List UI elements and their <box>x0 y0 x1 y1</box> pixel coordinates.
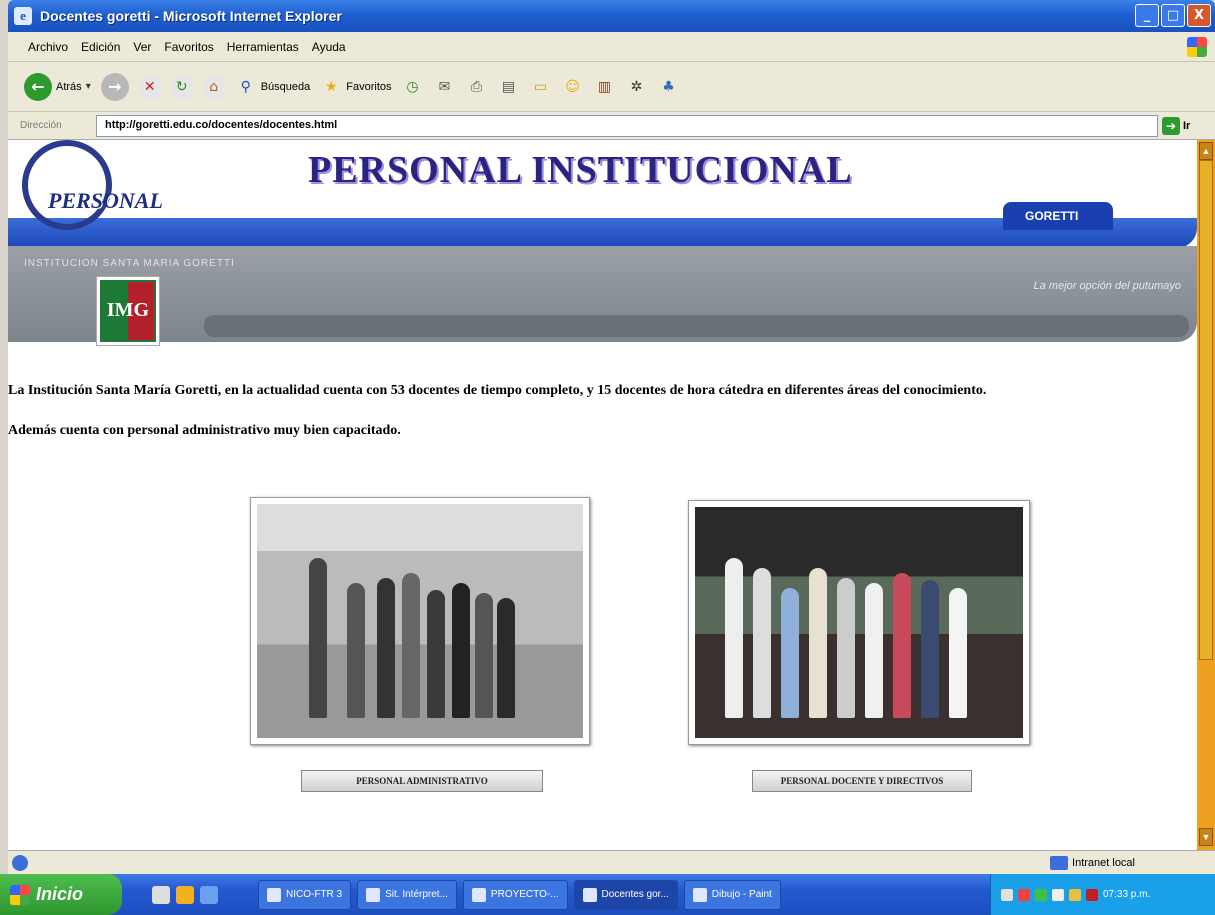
menu-archivo[interactable]: Archivo <box>28 40 68 54</box>
messenger-icon[interactable]: ♣ <box>658 75 680 99</box>
page-viewport: PERSONAL PERSONAL INSTITUCIONAL GORETTI … <box>8 140 1197 850</box>
star-icon: ★ <box>324 78 338 95</box>
edit-icon[interactable]: ▤ <box>498 75 520 99</box>
task-item[interactable]: PROYECTO-... <box>462 879 568 910</box>
vertical-scrollbar[interactable]: ▲ ▼ <box>1197 140 1215 850</box>
window-title: Docentes goretti - Microsoft Internet Ex… <box>40 8 342 24</box>
smiley-icon[interactable]: ☺ <box>562 75 584 99</box>
menu-herramientas[interactable]: Herramientas <box>227 40 299 54</box>
desktop-icon[interactable] <box>152 885 170 904</box>
shield-text: IMG <box>100 280 156 342</box>
school-shield-logo: IMG <box>96 276 160 346</box>
page-content: La Institución Santa María Goretti, en l… <box>8 380 1197 460</box>
go-label[interactable]: Ir <box>1183 120 1190 132</box>
address-input[interactable]: http://goretti.edu.co/docentes/docentes.… <box>96 114 1158 137</box>
task-icon <box>366 887 381 902</box>
task-icon <box>692 887 707 902</box>
admin-paragraph: Además cuenta con personal administrativ… <box>8 423 401 438</box>
ie-quick-icon[interactable] <box>200 885 218 904</box>
maximize-button[interactable]: □ <box>1161 4 1185 27</box>
back-label: Atrás <box>56 80 82 93</box>
tray-icon[interactable] <box>1001 888 1013 901</box>
forward-button[interactable]: → <box>100 72 129 101</box>
minimize-button[interactable]: _ <box>1135 4 1159 27</box>
windows-flag-icon <box>10 884 30 905</box>
task-item[interactable]: NICO-FTR 3 <box>258 879 352 910</box>
scroll-thumb[interactable] <box>1199 160 1213 660</box>
scroll-down-icon[interactable]: ▼ <box>1199 828 1213 846</box>
task-icon <box>267 887 281 902</box>
security-zone: Intranet local <box>1050 855 1135 870</box>
close-button[interactable]: X <box>1187 4 1211 27</box>
start-button[interactable]: Inicio <box>0 874 122 915</box>
folder-icon[interactable]: ▭ <box>530 75 552 99</box>
address-bar: Dirección http://goretti.edu.co/docentes… <box>8 112 1215 140</box>
quick-launch <box>152 885 218 904</box>
teaching-staff-link[interactable]: PERSONAL DOCENTE Y DIRECTIVOS <box>752 770 972 792</box>
task-item[interactable]: Dibujo - Paint <box>683 879 781 910</box>
admin-staff-link[interactable]: PERSONAL ADMINISTRATIVO <box>301 770 543 792</box>
logo-ring-icon <box>22 140 112 230</box>
task-icon <box>582 887 597 902</box>
menu-favoritos[interactable]: Favoritos <box>164 40 213 54</box>
start-label: Inicio <box>36 884 84 904</box>
tool-icon[interactable]: ✲ <box>626 75 648 99</box>
tray-icon[interactable] <box>1052 888 1064 901</box>
search-icon: ⚲ <box>240 78 251 95</box>
scroll-up-icon[interactable]: ▲ <box>1199 142 1213 160</box>
tray-icon[interactable] <box>1069 888 1081 901</box>
ie-icon: e <box>14 7 32 25</box>
tray-icon[interactable] <box>1035 888 1047 901</box>
network-icon <box>1050 855 1069 870</box>
history-icon[interactable]: ◷ <box>402 75 424 99</box>
page-title: PERSONAL INSTITUCIONAL <box>308 149 853 191</box>
mail-icon[interactable]: ✉ <box>434 75 456 99</box>
address-label: Dirección <box>20 120 62 131</box>
home-icon[interactable]: ⌂ <box>202 74 225 99</box>
window-controls: _ □ X <box>1135 4 1211 27</box>
chevron-down-icon: ▾ <box>85 81 91 92</box>
intro-paragraph: La Institución Santa María Goretti, en l… <box>8 383 987 398</box>
search-button[interactable]: ⚲ Búsqueda <box>235 75 311 99</box>
menu-ayuda[interactable]: Ayuda <box>312 40 346 54</box>
institution-name: INSTITUCION SANTA MARIA GORETTI <box>24 258 235 269</box>
menu-bar: Archivo Edición Ver Favoritos Herramient… <box>8 32 1215 62</box>
windows-logo-icon <box>1187 37 1207 57</box>
go-arrow-icon[interactable]: ➔ <box>1162 116 1180 135</box>
tray-icon[interactable] <box>1018 888 1030 901</box>
back-button[interactable]: ← Atrás ▾ <box>24 72 91 101</box>
goretti-tab[interactable]: GORETTI <box>1003 202 1113 230</box>
window-titlebar: e Docentes goretti - Microsoft Internet … <box>8 0 1215 32</box>
zone-label: Intranet local <box>1072 856 1135 869</box>
taskbar: Inicio NICO-FTR 3 Sit. Intérpret... PROY… <box>0 874 1215 915</box>
menu-ver[interactable]: Ver <box>133 40 151 54</box>
toolbar: ← Atrás ▾ → ✕ ↻ ⌂ ⚲ Búsqueda ★ Favoritos… <box>8 62 1215 112</box>
teaching-staff-photo[interactable] <box>688 500 1030 745</box>
slogan: La mejor opción del putumayo <box>1033 280 1181 292</box>
task-item-active[interactable]: Docentes gor... <box>573 879 678 910</box>
page-status-icon <box>12 854 28 871</box>
search-label: Búsqueda <box>260 80 311 93</box>
admin-staff-photo[interactable] <box>250 497 590 745</box>
menu-edicion[interactable]: Edición <box>81 40 120 54</box>
banner-logo-text: PERSONAL <box>48 188 163 213</box>
clock: 07:33 p.m. <box>1103 889 1151 900</box>
favorites-label: Favoritos <box>346 80 392 93</box>
print-icon[interactable]: ⎙ <box>466 75 488 99</box>
task-icon <box>471 887 486 902</box>
favorites-button[interactable]: ★ Favoritos <box>320 75 392 99</box>
tray-icon[interactable] <box>1086 888 1098 901</box>
banner-lower-bar <box>204 315 1189 337</box>
system-tray: 07:33 p.m. <box>990 874 1215 915</box>
folder-icon[interactable] <box>176 885 194 904</box>
stop-icon[interactable]: ✕ <box>138 74 161 99</box>
refresh-icon[interactable]: ↻ <box>170 74 193 99</box>
status-bar: Intranet local <box>8 850 1215 874</box>
site-banner: PERSONAL PERSONAL INSTITUCIONAL GORETTI … <box>8 140 1197 352</box>
task-item[interactable]: Sit. Intérpret... <box>357 879 457 910</box>
back-arrow-icon: ← <box>24 72 52 101</box>
book-icon[interactable]: ▥ <box>594 75 616 99</box>
